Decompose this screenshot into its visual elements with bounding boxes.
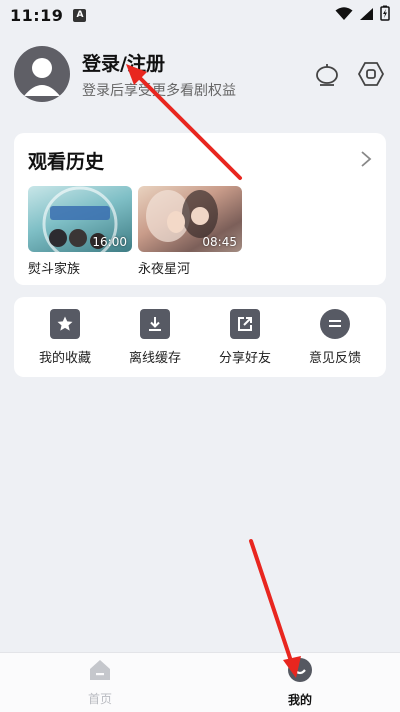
signal-icon: [359, 6, 374, 25]
battery-charging-icon: [380, 5, 390, 25]
feedback-icon: [320, 308, 350, 339]
history-item[interactable]: 16:00 熨斗家族: [28, 186, 132, 277]
bottom-tab-bar: 首页 我的: [0, 652, 400, 712]
history-item[interactable]: 08:45 永夜星河: [138, 186, 242, 277]
feedback-label: 意见反馈: [308, 350, 361, 366]
profile-header: 登录/注册 登录后享受更多看剧权益: [14, 44, 386, 104]
tab-home[interactable]: 首页: [0, 653, 200, 712]
status-time: 11:19: [10, 5, 64, 25]
favorites-button[interactable]: 我的收藏: [25, 308, 105, 366]
app-notification-icon: A: [73, 8, 87, 22]
history-duration: 16:00: [92, 235, 127, 249]
settings-icon[interactable]: [356, 59, 386, 89]
offline-cache-label: 离线缓存: [128, 350, 181, 366]
tv-cast-icon[interactable]: [312, 59, 342, 89]
offline-cache-button[interactable]: 离线缓存: [115, 308, 195, 366]
share-friends-button[interactable]: 分享好友: [205, 308, 285, 366]
login-benefit-text: 登录后享受更多看剧权益: [82, 82, 236, 99]
feedback-button[interactable]: 意见反馈: [295, 308, 375, 366]
chevron-right-icon[interactable]: [360, 150, 372, 172]
share-icon: [230, 308, 260, 339]
watch-history-card: 观看历史 16:00 熨斗家族 08:45 永夜星河: [14, 133, 386, 285]
watch-history-header[interactable]: 观看历史: [14, 133, 386, 174]
tab-mine-label: 我的: [287, 693, 312, 707]
history-thumbnail[interactable]: 16:00: [28, 186, 132, 252]
history-duration: 08:45: [202, 235, 237, 249]
default-user-icon: [24, 58, 60, 96]
quick-actions-card: 我的收藏 离线缓存 分享好友 意见反馈: [14, 297, 386, 377]
download-icon: [140, 308, 170, 339]
mine-smile-icon: [287, 657, 313, 687]
star-icon: [50, 308, 80, 339]
status-bar: 11:19 A: [0, 0, 400, 30]
wifi-icon: [335, 6, 353, 25]
home-icon: [87, 658, 113, 686]
history-title: 熨斗家族: [28, 262, 81, 277]
watch-history-title: 观看历史: [28, 151, 105, 173]
share-friends-label: 分享好友: [218, 350, 271, 366]
history-title: 永夜星河: [138, 262, 191, 277]
tab-mine[interactable]: 我的: [200, 653, 400, 712]
login-register-link[interactable]: 登录/注册: [82, 49, 236, 76]
tab-home-label: 首页: [87, 692, 112, 706]
history-thumbnail[interactable]: 08:45: [138, 186, 242, 252]
avatar[interactable]: [14, 46, 70, 102]
favorites-label: 我的收藏: [38, 350, 91, 366]
